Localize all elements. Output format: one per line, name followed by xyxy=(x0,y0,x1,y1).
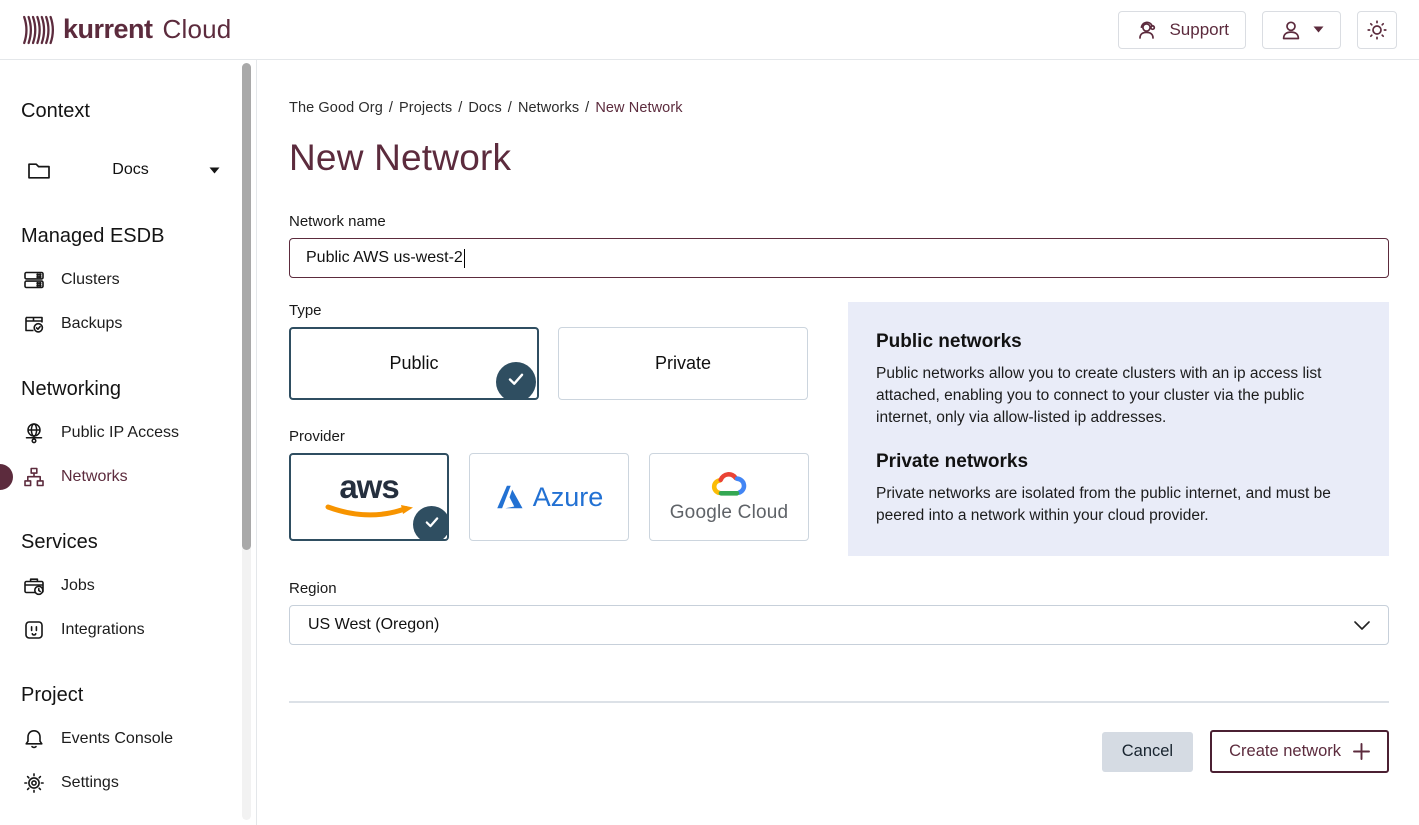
network-name-value: Public AWS us-west-2 xyxy=(306,249,463,267)
region-value: US West (Oregon) xyxy=(308,616,439,634)
user-menu-button[interactable] xyxy=(1262,11,1341,49)
sidebar-item-label: Networks xyxy=(61,468,128,486)
chevron-down-icon xyxy=(1354,621,1370,630)
provider-option-azure[interactable]: Azure xyxy=(469,453,629,541)
kurrent-cloud-logo[interactable]: kurrent Cloud xyxy=(22,14,231,45)
sidebar-item-events-console[interactable]: Events Console xyxy=(0,717,256,761)
info-body-private: Private networks are isolated from the p… xyxy=(876,483,1361,527)
support-headset-icon xyxy=(1135,18,1159,42)
type-option-label: Private xyxy=(655,353,711,374)
type-option-public[interactable]: Public xyxy=(289,327,539,400)
main-content: The Good Org/Projects/Docs/Networks/New … xyxy=(257,60,1419,825)
folder-icon xyxy=(26,158,52,182)
breadcrumb-item[interactable]: Networks xyxy=(518,100,579,116)
text-cursor xyxy=(464,249,465,268)
support-label: Support xyxy=(1169,20,1229,40)
provider-option-google-cloud[interactable]: Google Cloud xyxy=(649,453,809,541)
form-divider xyxy=(289,701,1389,703)
context-selector[interactable]: Docs xyxy=(0,147,256,193)
gear-icon xyxy=(22,771,46,795)
theme-toggle-button[interactable] xyxy=(1357,11,1397,49)
plus-icon xyxy=(1353,743,1370,760)
breadcrumb-item[interactable]: The Good Org xyxy=(289,100,383,116)
chevron-down-icon xyxy=(1313,26,1324,33)
sidebar-item-integrations[interactable]: Integrations xyxy=(0,608,256,652)
aws-smile-icon xyxy=(323,504,415,522)
google-cloud-logo-text: Google Cloud xyxy=(670,502,789,524)
sidebar-heading-context: Context xyxy=(0,100,256,123)
sidebar-item-label: Events Console xyxy=(61,730,173,748)
kurrent-logo-icon xyxy=(22,15,54,45)
provider-option-aws[interactable]: aws xyxy=(289,453,449,541)
breadcrumb-item[interactable]: Docs xyxy=(468,100,501,116)
integrations-icon xyxy=(22,618,46,642)
caret-down-icon xyxy=(209,167,220,174)
info-body-public: Public networks allow you to create clus… xyxy=(876,363,1361,429)
selected-check-icon xyxy=(496,362,536,400)
sidebar-item-label: Backups xyxy=(61,315,122,333)
sidebar-item-networks[interactable]: Networks xyxy=(0,455,256,499)
context-value: Docs xyxy=(52,161,209,179)
networks-icon xyxy=(22,465,46,489)
info-heading-private: Private networks xyxy=(876,451,1361,473)
create-network-button[interactable]: Create network xyxy=(1210,730,1389,773)
breadcrumb-item[interactable]: Projects xyxy=(399,100,452,116)
sidebar-item-clusters[interactable]: Clusters xyxy=(0,258,256,302)
backups-icon xyxy=(22,312,46,336)
type-option-private[interactable]: Private xyxy=(558,327,808,400)
sun-icon xyxy=(1365,18,1389,42)
selected-check-icon xyxy=(413,506,449,541)
region-select[interactable]: US West (Oregon) xyxy=(289,605,1389,645)
sidebar-heading-networking: Networking xyxy=(0,378,256,401)
cancel-button[interactable]: Cancel xyxy=(1102,732,1193,772)
logo-suffix: Cloud xyxy=(163,14,232,45)
sidebar: Context Docs Managed ESDB xyxy=(0,60,257,825)
type-label: Type xyxy=(289,302,809,319)
provider-label: Provider xyxy=(289,428,809,445)
clusters-icon xyxy=(22,268,46,292)
user-icon xyxy=(1279,18,1303,42)
page-title: New Network xyxy=(289,137,1389,179)
azure-logo-icon xyxy=(495,484,525,510)
support-button[interactable]: Support xyxy=(1118,11,1246,49)
sidebar-item-label: Integrations xyxy=(61,621,145,639)
top-header: kurrent Cloud Support xyxy=(0,0,1419,60)
jobs-icon xyxy=(22,574,46,598)
breadcrumb-current: New Network xyxy=(595,100,682,116)
sidebar-item-label: Clusters xyxy=(61,271,120,289)
public-ip-icon xyxy=(22,421,46,445)
network-name-input[interactable]: Public AWS us-west-2 xyxy=(289,238,1389,278)
info-heading-public: Public networks xyxy=(876,331,1361,353)
active-item-indicator xyxy=(0,464,13,490)
sidebar-item-backups[interactable]: Backups xyxy=(0,302,256,346)
sidebar-scrollbar-thumb[interactable] xyxy=(242,63,251,550)
breadcrumb: The Good Org/Projects/Docs/Networks/New … xyxy=(289,100,1389,116)
logo-text: kurrent xyxy=(63,14,153,45)
sidebar-heading-services: Services xyxy=(0,531,256,554)
sidebar-item-public-ip-access[interactable]: Public IP Access xyxy=(0,411,256,455)
network-name-label: Network name xyxy=(289,213,1389,230)
network-type-info-panel: Public networks Public networks allow yo… xyxy=(848,302,1389,556)
sidebar-item-label: Settings xyxy=(61,774,119,792)
bell-icon xyxy=(22,727,46,751)
sidebar-heading-managed-esdb: Managed ESDB xyxy=(0,225,256,248)
azure-logo-text: Azure xyxy=(533,482,604,513)
type-option-label: Public xyxy=(389,353,438,374)
sidebar-item-label: Public IP Access xyxy=(61,424,179,442)
create-network-label: Create network xyxy=(1229,742,1341,761)
sidebar-item-settings[interactable]: Settings xyxy=(0,761,256,805)
region-label: Region xyxy=(289,580,1389,597)
sidebar-item-label: Jobs xyxy=(61,577,95,595)
sidebar-item-jobs[interactable]: Jobs xyxy=(0,564,256,608)
aws-logo: aws xyxy=(339,472,398,502)
google-cloud-logo-icon xyxy=(709,470,749,500)
sidebar-heading-project: Project xyxy=(0,684,256,707)
